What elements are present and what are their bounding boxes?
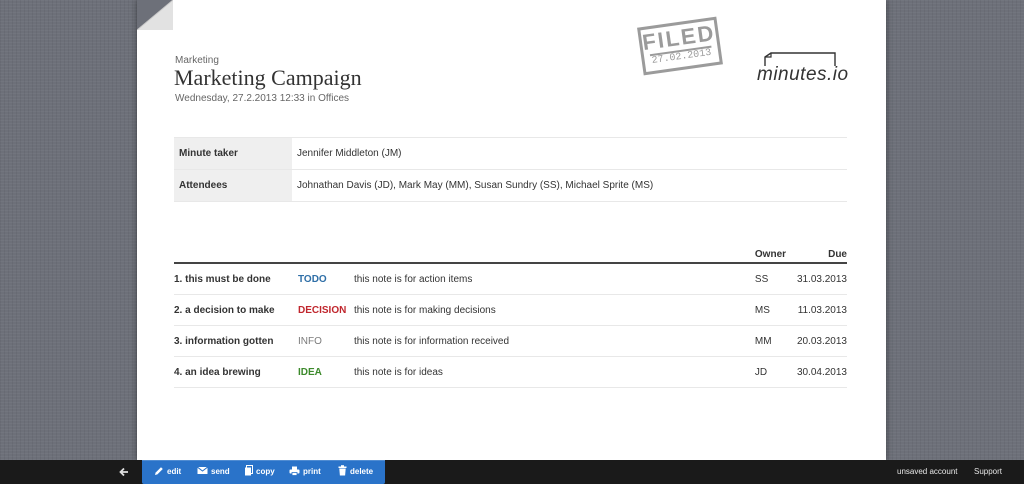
meta-value: Johnathan Davis (JD), Mark May (MM), Sus…: [292, 169, 847, 202]
document-actions: edit send copy print delete: [142, 460, 385, 484]
edit-button[interactable]: edit: [154, 460, 181, 484]
meta-row-minute-taker: Minute taker Jennifer Middleton (JM): [174, 137, 847, 170]
item-title: 1. this must be done: [174, 263, 298, 295]
minutes-items-table: Owner Due 1. this must be done TODO this…: [174, 247, 847, 388]
minutes-document: Marketing Marketing Campaign Wednesday, …: [137, 0, 886, 460]
delete-button[interactable]: delete: [338, 460, 373, 484]
item-title: 3. information gotten: [174, 325, 298, 357]
table-row[interactable]: 4. an idea brewing IDEA this note is for…: [174, 356, 847, 388]
due-column-header: Due: [796, 247, 847, 264]
arrow-left-icon: [119, 467, 128, 477]
bottom-toolbar: edit send copy print delete unsaved acco…: [0, 460, 1024, 484]
logo: minutes.io: [757, 52, 849, 86]
item-type-decision: DECISION: [297, 294, 354, 326]
printer-icon: [289, 466, 300, 476]
item-due: 20.03.2013: [796, 325, 847, 357]
meeting-date-location: Wednesday, 27.2.2013 12:33 in Offices: [175, 93, 350, 104]
meeting-meta-table: Minute taker Jennifer Middleton (JM) Att…: [174, 137, 847, 202]
item-title: 2. a decision to make: [174, 294, 298, 326]
item-type-info: INFO: [297, 325, 354, 357]
unsaved-account-link[interactable]: unsaved account: [897, 460, 958, 484]
item-owner: SS: [754, 263, 797, 295]
filed-stamp: FILED 27.02.2013: [637, 16, 723, 76]
item-owner: MS: [754, 294, 797, 326]
item-note: this note is for ideas: [353, 356, 755, 388]
item-due: 11.03.2013: [796, 294, 847, 326]
meta-row-attendees: Attendees Johnathan Davis (JD), Mark May…: [174, 169, 847, 202]
delete-label: delete: [350, 467, 374, 476]
item-due: 30.04.2013: [796, 356, 847, 388]
envelope-icon: [197, 467, 208, 475]
item-note: this note is for information received: [353, 325, 755, 357]
edit-label: edit: [167, 467, 182, 476]
table-row[interactable]: 1. this must be done TODO this note is f…: [174, 263, 847, 295]
meeting-title: Marketing Campaign: [174, 65, 362, 90]
item-type-todo: TODO: [297, 263, 354, 295]
print-button[interactable]: print: [289, 460, 321, 484]
owner-column-header: Owner: [754, 247, 797, 264]
folded-corner: [137, 0, 173, 30]
back-button[interactable]: [117, 464, 131, 480]
logo-text: minutes.io: [757, 64, 849, 85]
copy-icon: [245, 465, 253, 476]
items-header-row: Owner Due: [174, 247, 847, 264]
meta-label: Attendees: [174, 169, 292, 202]
meta-value: Jennifer Middleton (JM): [292, 137, 847, 170]
item-note: this note is for making decisions: [353, 294, 755, 326]
item-note: this note is for action items: [353, 263, 755, 295]
copy-label: copy: [256, 467, 275, 476]
pencil-icon: [155, 467, 163, 475]
item-owner: JD: [754, 356, 797, 388]
print-label: print: [303, 467, 321, 476]
support-link[interactable]: Support: [974, 460, 1002, 484]
item-owner: MM: [754, 325, 797, 357]
meta-label: Minute taker: [174, 137, 292, 170]
item-due: 31.03.2013: [796, 263, 847, 295]
table-row[interactable]: 3. information gotten INFO this note is …: [174, 325, 847, 357]
send-button[interactable]: send: [197, 460, 230, 484]
item-title: 4. an idea brewing: [174, 356, 298, 388]
item-type-idea: IDEA: [297, 356, 354, 388]
copy-button[interactable]: copy: [244, 460, 275, 484]
send-label: send: [211, 467, 230, 476]
table-row[interactable]: 2. a decision to make DECISION this note…: [174, 294, 847, 326]
trash-icon: [338, 465, 347, 476]
